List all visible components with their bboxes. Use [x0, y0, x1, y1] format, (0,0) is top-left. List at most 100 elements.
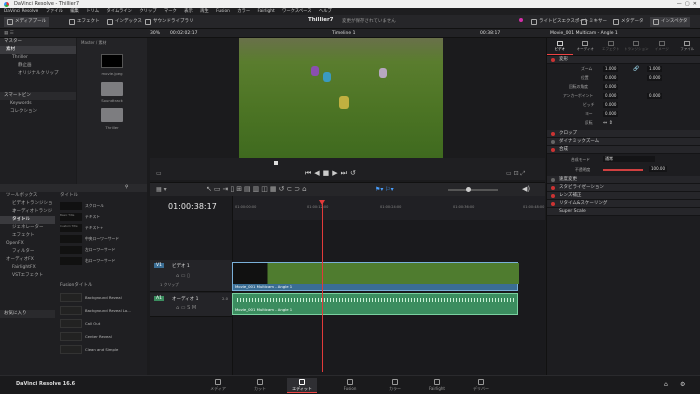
- menu-item[interactable]: トリム: [86, 9, 99, 14]
- menu-item[interactable]: ファイル: [46, 9, 63, 14]
- effects-tree-item[interactable]: FairlightFX: [0, 264, 55, 272]
- media-item[interactable]: [101, 54, 123, 68]
- playhead-handle[interactable]: [319, 200, 325, 205]
- yaw-field[interactable]: 0.000: [603, 111, 619, 117]
- page-tab-media[interactable]: メディア: [203, 378, 233, 392]
- metadata-button[interactable]: メタデータ: [610, 17, 647, 27]
- menu-item[interactable]: Fusion: [216, 9, 230, 14]
- section-enable-dot[interactable]: [551, 186, 555, 190]
- effects-button[interactable]: エフェクト: [66, 17, 103, 27]
- effects-tree-item[interactable]: ビデオトランジション: [0, 200, 55, 214]
- menu-item[interactable]: ワークスペース: [282, 9, 311, 14]
- speed-change-section[interactable]: 速度変更: [547, 176, 700, 184]
- bin-item[interactable]: Thriller: [0, 54, 76, 62]
- sound-library-button[interactable]: サウンドライブラリ: [142, 17, 197, 27]
- title-item[interactable]: スクロール: [57, 201, 139, 211]
- index-button[interactable]: インデックス: [104, 17, 145, 27]
- position-x-field[interactable]: 0.000: [603, 75, 619, 81]
- fusion-title-item[interactable]: Center Reveal: [57, 330, 139, 342]
- zoom-slider[interactable]: [448, 187, 498, 192]
- inspector-tab[interactable]: ビデオ: [547, 38, 573, 55]
- menu-item[interactable]: 再生: [200, 9, 209, 14]
- list-view-icon[interactable]: ▦ ☰: [4, 29, 14, 38]
- stabilization-section[interactable]: スタビライゼーション: [547, 184, 700, 192]
- anchor-x-field[interactable]: 0.000: [603, 93, 619, 99]
- inspector-tab[interactable]: トランジション: [624, 38, 650, 55]
- playhead-marker[interactable]: [274, 161, 278, 165]
- pitch-field[interactable]: 0.000: [603, 102, 619, 108]
- rotation-field[interactable]: 0.000: [603, 84, 619, 90]
- page-tab-fusion[interactable]: Fusion: [335, 378, 365, 391]
- inspector-tab[interactable]: イメージ: [649, 38, 675, 55]
- timeline-ruler[interactable]: 01:00:00:00 01:00:12:00 01:00:24:00 01:0…: [232, 196, 545, 220]
- page-tab-cut[interactable]: カット: [245, 378, 275, 392]
- title-item[interactable]: Custom Title テキスト+: [57, 223, 139, 233]
- page-tab-edit[interactable]: エディット: [287, 378, 317, 393]
- audio-clip[interactable]: Movie_001 Multicam - Angle 1: [232, 293, 518, 315]
- smart-bin-item[interactable]: コレクション: [0, 108, 76, 116]
- playback-buttons[interactable]: ⏮◀■▶⏭↺: [305, 169, 359, 178]
- dynamic-zoom-section[interactable]: ダイナミックズーム: [547, 138, 700, 146]
- menu-item[interactable]: DaVinci Resolve: [4, 9, 38, 14]
- title-item[interactable]: 左ローワーサード: [57, 245, 139, 255]
- effects-tree-item[interactable]: エフェクト: [0, 232, 55, 240]
- retime-scaling-section[interactable]: リタイム&スケーリング: [547, 200, 700, 208]
- menu-item[interactable]: 編集: [70, 9, 79, 14]
- fusion-title-item[interactable]: Background Reveal Lo...: [57, 304, 139, 316]
- page-tab-deliver[interactable]: デリバー: [466, 378, 496, 392]
- timeline-name[interactable]: Timeline 1: [332, 29, 355, 38]
- title-item[interactable]: 右ローワーサード: [57, 256, 139, 266]
- track-mute-icon[interactable]: ⌂ ▭ S M: [176, 305, 196, 311]
- title-item[interactable]: Basic Title テキスト: [57, 212, 139, 222]
- effects-tree-item[interactable]: フィルター: [0, 248, 55, 256]
- title-item[interactable]: 中央ローワーサード: [57, 234, 139, 244]
- effects-tree-item[interactable]: オーディオFX: [0, 256, 55, 264]
- section-enable-dot[interactable]: [551, 178, 555, 182]
- bin-item[interactable]: オリジナルクリップ: [0, 70, 76, 78]
- effects-tree-item[interactable]: ジェネレーター: [0, 224, 55, 232]
- page-tab-fairlight[interactable]: Fairlight: [422, 378, 452, 391]
- super-scale-section[interactable]: Super Scale: [547, 208, 700, 216]
- effects-tree-item[interactable]: タイトル: [0, 216, 55, 224]
- program-viewer[interactable]: [239, 38, 443, 158]
- composite-mode-select[interactable]: 通常: [603, 156, 655, 162]
- audio-track-id[interactable]: A1: [154, 296, 164, 301]
- position-y-field[interactable]: 0.000: [647, 75, 663, 81]
- menu-item[interactable]: タイムライン: [106, 9, 131, 14]
- opacity-field[interactable]: 100.00: [649, 166, 667, 172]
- section-enable-dot[interactable]: [551, 148, 555, 152]
- inspector-tab[interactable]: ファイル: [675, 38, 700, 55]
- smart-bin-item[interactable]: Keywords: [0, 100, 76, 108]
- timeline-view-icon[interactable]: ▦ ▾: [156, 186, 167, 193]
- flag-icon[interactable]: ⚑▾ ⚐▾: [375, 186, 394, 193]
- anchor-y-field[interactable]: 0.000: [647, 93, 663, 99]
- bin-item[interactable]: 素材: [0, 46, 76, 54]
- settings-gear-icon[interactable]: ⚙: [680, 381, 685, 388]
- flip-icons[interactable]: ⇔ ⇕: [603, 120, 613, 126]
- link-icon[interactable]: 🔗: [633, 66, 639, 72]
- menu-item[interactable]: カラー: [237, 9, 250, 14]
- fusion-title-item[interactable]: Background Reveal: [57, 291, 139, 303]
- edit-tools[interactable]: ↖▭⇥▯⊞▤▥◫▦↺⊂⊃⌂: [206, 185, 309, 193]
- opacity-slider[interactable]: [603, 169, 643, 171]
- media-pool-button[interactable]: メディアプール: [4, 17, 50, 27]
- effects-tree-item[interactable]: オーディオトランジション: [0, 208, 55, 222]
- video-clip[interactable]: Movie_001 Multicam - Angle 1: [232, 262, 519, 291]
- window-controls[interactable]: — ▢ ✕: [677, 0, 697, 8]
- effects-tree-item[interactable]: VSTエフェクト: [0, 272, 55, 280]
- home-icon[interactable]: ⌂: [664, 381, 668, 388]
- fusion-title-item[interactable]: Clean and Simple: [57, 343, 139, 355]
- media-item[interactable]: [101, 108, 123, 122]
- volume-icon[interactable]: ◀): [522, 185, 530, 193]
- page-tab-color[interactable]: カラー: [380, 378, 410, 392]
- menu-item[interactable]: ヘルプ: [319, 9, 332, 14]
- viewer-options-icon[interactable]: ▭: [156, 170, 162, 177]
- section-enable-dot[interactable]: [551, 194, 555, 198]
- crop-section[interactable]: クロップ: [547, 130, 700, 138]
- viewer-mode-icon[interactable]: ▭ ⊡ ⤢: [506, 170, 525, 178]
- mixer-button[interactable]: ミキサー: [578, 17, 610, 27]
- lens-correction-section[interactable]: レンズ補正: [547, 192, 700, 200]
- track-lock-icon[interactable]: ⌂ ▭ ▯: [176, 273, 190, 279]
- video-track-id[interactable]: V1: [154, 263, 164, 268]
- inspector-button[interactable]: インスペクタ: [650, 17, 691, 27]
